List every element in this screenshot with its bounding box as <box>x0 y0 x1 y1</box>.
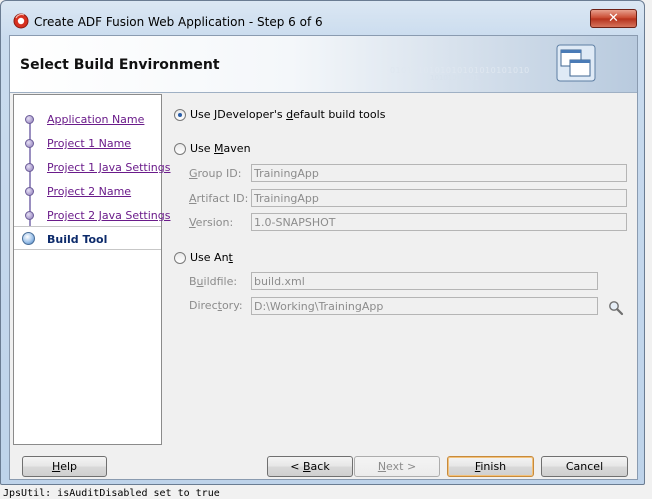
group-id-field[interactable]: TrainingApp <box>251 164 627 182</box>
mnemonic: H <box>51 460 61 473</box>
use-maven-radio[interactable] <box>174 143 186 155</box>
oracle-app-icon <box>13 13 29 29</box>
next-button[interactable]: Next > <box>354 456 440 477</box>
step-project-2-java-settings[interactable]: Project 2 Java Settings <box>14 203 170 227</box>
step-link-label[interactable]: Application Name <box>47 113 144 126</box>
use-ant-radio[interactable] <box>174 252 186 264</box>
mnemonic: u <box>196 275 204 288</box>
label-part: efault build tools <box>293 108 386 121</box>
step-link-label[interactable]: Project 1 Java Settings <box>47 161 170 174</box>
label-part: Use JDeveloper's <box>190 108 287 121</box>
window-title: Create ADF Fusion Web Application - Step… <box>34 15 323 29</box>
label-part: ory: <box>221 299 243 312</box>
buildfile-field[interactable]: build.xml <box>251 272 598 290</box>
cancel-button[interactable]: Cancel <box>541 456 628 477</box>
page-title: Select Build Environment <box>20 57 220 73</box>
artifact-id-label: Artifact ID: <box>189 192 248 205</box>
title-bar[interactable]: Create ADF Fusion Web Application - Step… <box>1 1 644 35</box>
buildfile-label: Buildfile: <box>189 275 237 288</box>
header-decoration-text-2: 10101010101 <box>430 74 479 82</box>
label-part: ersion: <box>195 216 234 229</box>
step-link-label[interactable]: Project 2 Java Settings <box>47 209 170 222</box>
label-part: elp <box>60 460 78 473</box>
default-build-tools-radio[interactable] <box>174 109 186 121</box>
label-part: ildfile: <box>203 275 238 288</box>
label-part: inish <box>480 460 507 473</box>
build-tool-form: Use JDeveloper's default build tools Use… <box>163 94 637 445</box>
default-build-tools-label[interactable]: Use JDeveloper's default build tools <box>190 108 385 121</box>
label-part: roup ID: <box>197 167 242 180</box>
label-part: Use An <box>190 251 229 264</box>
label-part: B <box>189 275 197 288</box>
wizard-dialog: Create ADF Fusion Web Application - Step… <box>0 0 645 485</box>
mnemonic: t <box>228 251 233 264</box>
page-header: Select Build Environment 010101010101010… <box>10 36 637 93</box>
label-part: ext > <box>386 460 417 473</box>
current-step-indicator-icon <box>22 232 35 245</box>
step-link-label[interactable]: Project 2 Name <box>47 185 131 198</box>
wizard-steps-panel: Application Name Project 1 Name Project … <box>13 94 170 445</box>
mnemonic: G <box>189 167 198 180</box>
step-indicator-icon <box>25 139 34 148</box>
use-ant-label[interactable]: Use Ant <box>190 251 233 264</box>
mnemonic: V <box>189 216 196 229</box>
mnemonic: B <box>303 460 311 473</box>
current-step-label: Build Tool <box>47 233 108 246</box>
step-build-tool: Build Tool <box>14 226 161 250</box>
directory-label: Directory: <box>189 299 243 312</box>
step-link-label[interactable]: Project 1 Name <box>47 137 131 150</box>
step-indicator-icon <box>25 211 34 220</box>
label-part: ack <box>310 460 330 473</box>
label-part: < <box>290 460 303 473</box>
step-indicator-icon <box>25 115 34 124</box>
version-label: Version: <box>189 216 233 229</box>
mnemonic: A <box>189 192 197 205</box>
finish-button[interactable]: Finish <box>447 456 534 477</box>
step-project-2-name[interactable]: Project 2 Name <box>14 179 161 203</box>
label-part: Use <box>190 142 215 155</box>
artifact-id-field[interactable]: TrainingApp <box>251 189 627 207</box>
search-icon[interactable] <box>608 300 624 316</box>
group-id-label: Group ID: <box>189 167 241 180</box>
windows-graphic-icon <box>556 44 596 82</box>
use-maven-label[interactable]: Use Maven <box>190 142 251 155</box>
help-button[interactable]: Help <box>22 456 107 477</box>
directory-field[interactable]: D:\Working\TrainingApp <box>251 297 598 315</box>
label-part: aven <box>223 142 251 155</box>
console-output-line: JpsUtil: isAuditDisabled set to true <box>3 488 220 499</box>
dialog-client-area: Select Build Environment 010101010101010… <box>9 35 638 480</box>
close-icon: ✕ <box>608 11 619 26</box>
version-field[interactable]: 1.0-SNAPSHOT <box>251 213 627 231</box>
mnemonic: N <box>377 460 387 473</box>
close-button[interactable]: ✕ <box>590 9 637 28</box>
mnemonic: M <box>214 142 224 155</box>
step-indicator-icon <box>25 163 34 172</box>
step-application-name[interactable]: Application Name <box>14 107 161 131</box>
step-project-1-name[interactable]: Project 1 Name <box>14 131 161 155</box>
back-button[interactable]: < Back <box>267 456 353 477</box>
step-project-1-java-settings[interactable]: Project 1 Java Settings <box>14 155 170 179</box>
label-part: Direc <box>189 299 218 312</box>
label-part: rtifact ID: <box>196 192 249 205</box>
step-indicator-icon <box>25 187 34 196</box>
